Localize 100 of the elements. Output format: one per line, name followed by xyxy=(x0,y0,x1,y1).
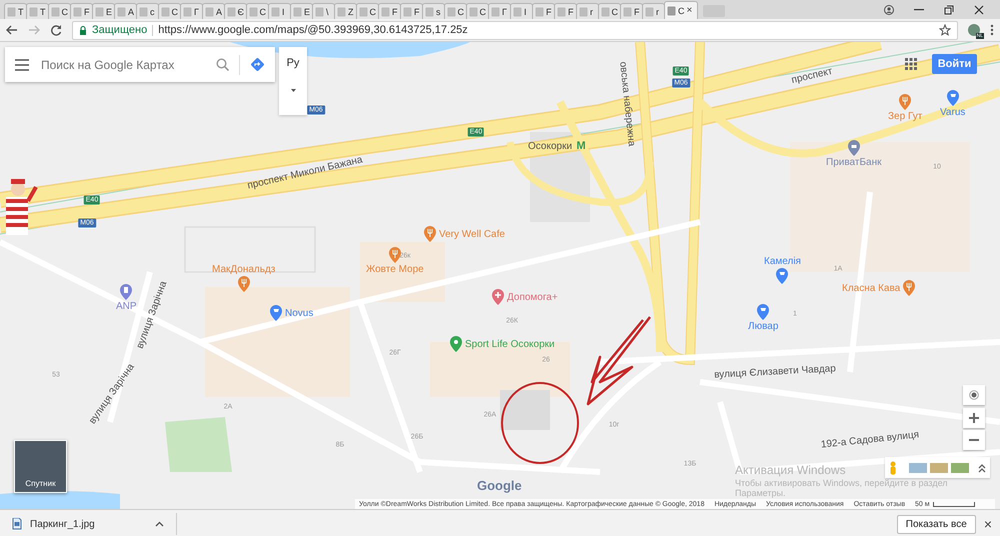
favicon-icon xyxy=(579,6,588,16)
search-icon[interactable] xyxy=(216,58,229,71)
favicon-icon xyxy=(293,6,302,16)
browser-tab[interactable]: Г xyxy=(180,3,203,19)
map-pin-icon[interactable] xyxy=(492,289,504,305)
street-label: 192-а Садова вулиця xyxy=(820,429,920,451)
browser-tab[interactable]: С xyxy=(356,3,379,19)
browser-tab[interactable]: А xyxy=(114,3,137,19)
browser-tab[interactable]: С xyxy=(466,3,489,19)
browser-tab[interactable]: С xyxy=(598,3,621,19)
browser-tab[interactable]: С xyxy=(444,3,467,19)
browser-tab[interactable]: r xyxy=(576,3,599,19)
street-label: проспект xyxy=(790,66,834,86)
map-pin-icon[interactable] xyxy=(899,94,912,110)
lock-icon xyxy=(79,26,87,34)
reload-icon[interactable] xyxy=(50,24,62,36)
map-pin-icon[interactable] xyxy=(270,305,282,321)
close-tab-button[interactable]: × xyxy=(686,6,692,16)
browser-tab[interactable]: Z xyxy=(334,3,357,19)
caret-icon[interactable] xyxy=(154,521,164,527)
caret-icon[interactable] xyxy=(290,89,296,92)
favicon-icon xyxy=(645,6,654,16)
favicon-icon xyxy=(337,6,346,16)
browser-tab[interactable]: Є xyxy=(224,3,247,19)
restore-icon[interactable] xyxy=(944,4,954,14)
browser-tab[interactable]: С xyxy=(158,3,181,19)
favicon-icon xyxy=(623,6,632,16)
map-pin-icon[interactable] xyxy=(757,304,770,320)
browser-tab[interactable]: С × xyxy=(664,1,698,19)
zoom-out-button[interactable] xyxy=(963,430,985,450)
favicon-icon xyxy=(601,6,610,16)
favicon-icon xyxy=(425,6,434,16)
star-icon[interactable] xyxy=(939,24,951,36)
map-pin-icon[interactable] xyxy=(238,276,250,292)
map-pin-icon[interactable] xyxy=(120,284,132,300)
browser-tab[interactable]: С xyxy=(246,3,269,19)
apps-grid-icon[interactable] xyxy=(905,58,917,70)
map-type-thumbnail[interactable] xyxy=(930,462,948,472)
map-pin-icon[interactable] xyxy=(903,280,916,296)
favicon-icon xyxy=(315,6,324,16)
close-icon[interactable] xyxy=(974,4,984,14)
browser-tab[interactable]: I xyxy=(268,3,291,19)
address-bar[interactable]: Защищено https://www.google.com/maps/@50.393969,30.6143725,17.25z xyxy=(72,20,958,40)
favicon-icon xyxy=(29,6,38,16)
favicon-icon xyxy=(381,6,390,16)
menu-icon[interactable] xyxy=(990,24,994,36)
back-icon[interactable] xyxy=(6,24,18,36)
search-box[interactable]: Поиск на Google Картах xyxy=(5,47,275,82)
satellite-layer-button[interactable]: Спутник xyxy=(14,440,67,493)
map-pin-icon[interactable] xyxy=(450,336,462,352)
browser-tab[interactable]: Г xyxy=(488,3,511,19)
browser-tab[interactable]: А xyxy=(202,3,225,19)
favicon-icon xyxy=(359,6,368,16)
profile-icon[interactable] xyxy=(884,4,894,14)
pegman-icon[interactable] xyxy=(889,460,897,474)
map-pin-icon[interactable] xyxy=(388,247,401,263)
zoom-in-button[interactable] xyxy=(963,408,985,428)
language-label: Ру xyxy=(286,57,300,69)
favicon-icon xyxy=(557,6,566,16)
language-panel[interactable]: Ру xyxy=(279,47,307,115)
browser-tab[interactable]: s xyxy=(422,3,445,19)
map-type-thumbnail[interactable] xyxy=(951,462,969,472)
map-pin-icon[interactable] xyxy=(424,226,436,242)
browser-tab[interactable]: F xyxy=(532,3,555,19)
browser-tab[interactable]: F xyxy=(378,3,401,19)
map-type-thumbnail[interactable] xyxy=(909,462,927,472)
my-location-button[interactable] xyxy=(963,385,985,405)
menu-icon[interactable] xyxy=(15,58,29,70)
favicon-icon xyxy=(205,6,214,16)
favicon-icon xyxy=(7,6,16,16)
browser-tab[interactable]: С xyxy=(48,3,71,19)
map-pin-icon[interactable] xyxy=(776,268,788,284)
browser-tab[interactable]: с xyxy=(136,3,159,19)
sign-in-button[interactable]: Войти xyxy=(932,54,977,74)
download-file-name[interactable]: Паркинг_1.jpg xyxy=(30,518,95,530)
scale-bar xyxy=(932,502,975,506)
show-all-button[interactable]: Показать все xyxy=(896,514,976,534)
favicon-icon xyxy=(51,6,60,16)
plus-icon xyxy=(969,413,979,423)
browser-tab[interactable]: F xyxy=(620,3,643,19)
expand-icon[interactable] xyxy=(978,462,986,472)
place-label[interactable]: Осокорки xyxy=(528,140,572,152)
browser-tab[interactable]: F xyxy=(70,3,93,19)
browser-tab[interactable]: \ xyxy=(312,3,335,19)
browser-tab[interactable]: Е xyxy=(290,3,313,19)
browser-tab[interactable]: Е xyxy=(92,3,115,19)
favicon-icon xyxy=(469,6,478,16)
browser-tab[interactable]: F xyxy=(554,3,577,19)
browser-tab[interactable]: Т xyxy=(26,3,49,19)
browser-tab[interactable]: I xyxy=(510,3,533,19)
favicon-icon xyxy=(161,6,170,16)
map-pin-icon[interactable] xyxy=(946,90,959,106)
browser-tab[interactable]: Т xyxy=(4,3,27,19)
browser-tab[interactable]: F xyxy=(400,3,423,19)
url-text: https://www.google.com/maps/@50.393969,30.6143725,17.25z xyxy=(158,24,469,36)
favicon-icon xyxy=(73,6,82,16)
map-pin-icon[interactable] xyxy=(848,140,860,156)
favicon-icon xyxy=(535,6,544,16)
close-button[interactable]: × xyxy=(984,516,992,532)
browser-tab[interactable]: r xyxy=(642,3,665,19)
